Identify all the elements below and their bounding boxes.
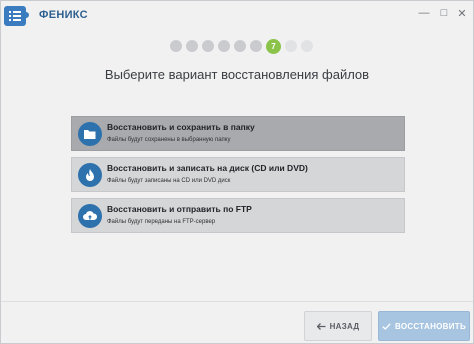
footer-divider (1, 301, 473, 302)
option-subtitle: Файлы будут записаны на CD или DVD диск (107, 178, 231, 184)
step-dot-1 (170, 40, 182, 52)
option-title: Восстановить и записать на диск (CD или … (107, 163, 308, 173)
folder-icon (78, 121, 102, 146)
step-dot-3 (202, 40, 214, 52)
arrow-left-icon (316, 322, 326, 330)
cloud-upload-icon (78, 203, 102, 228)
step-indicator: 7 (170, 38, 313, 54)
app-window: ФЕНИКС — □ ✕ 7 Выберите вариант восстано… (0, 0, 474, 344)
option-title: Восстановить и отправить по FTP (107, 204, 252, 214)
back-button-label: НАЗАД (329, 321, 360, 331)
app-logo-icon (3, 3, 33, 31)
maximize-icon: □ (440, 7, 448, 19)
page-title: Выберите вариант восстановления файлов (104, 67, 370, 82)
close-icon: ✕ (457, 7, 467, 20)
step-dot-8 (285, 40, 297, 52)
checkmark-icon (382, 322, 391, 330)
step-dot-6 (250, 40, 262, 52)
option-title: Восстановить и сохранить в папку (107, 122, 255, 132)
restore-button[interactable]: ВОССТАНОВИТЬ (378, 311, 470, 341)
close-button[interactable]: ✕ (453, 5, 471, 21)
option-send-ftp[interactable]: Восстановить и отправить по FTP Файлы бу… (71, 198, 405, 233)
step-dot-9 (301, 40, 313, 52)
minimize-icon: — (418, 7, 430, 19)
step-dot-2 (186, 40, 198, 52)
step-dot-current: 7 (266, 38, 281, 54)
flame-icon (78, 162, 102, 187)
minimize-button[interactable]: — (415, 5, 433, 21)
title-bar: ФЕНИКС — □ ✕ (1, 1, 473, 31)
option-subtitle: Файлы будут сохранены в выбранную папку (107, 137, 231, 143)
back-button[interactable]: НАЗАД (304, 311, 372, 341)
option-subtitle: Файлы будут переданы на FTP-сервер (107, 219, 216, 225)
step-dot-5 (234, 40, 246, 52)
option-save-to-folder[interactable]: Восстановить и сохранить в папку Файлы б… (71, 116, 405, 151)
step-dot-4 (218, 40, 230, 52)
app-title: ФЕНИКС (39, 9, 88, 21)
restore-button-label: ВОССТАНОВИТЬ (394, 321, 467, 331)
option-burn-to-disc[interactable]: Восстановить и записать на диск (CD или … (71, 157, 405, 192)
maximize-button[interactable]: □ (435, 5, 453, 21)
